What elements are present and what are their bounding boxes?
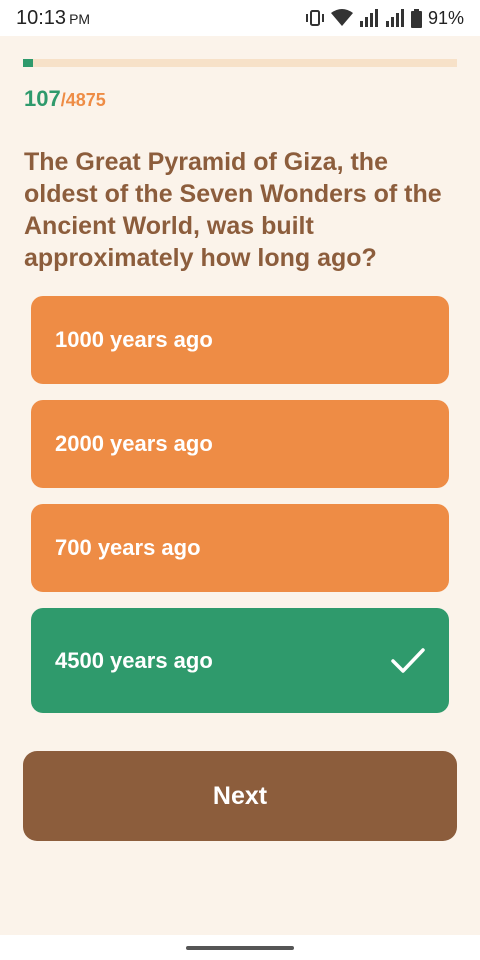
counter-total: /4875: [60, 90, 106, 110]
battery-icon: [410, 8, 422, 28]
next-button[interactable]: Next: [23, 751, 457, 841]
status-clock: 10:13: [16, 6, 67, 29]
answer-option-4-correct[interactable]: 4500 years ago: [31, 608, 449, 713]
answer-option-3[interactable]: 700 years ago: [31, 504, 449, 592]
battery-percent: 91%: [427, 7, 464, 28]
vibrate-icon: [305, 10, 325, 26]
answer-label: 1000 years ago: [55, 327, 213, 352]
status-icons: 91%: [305, 8, 464, 29]
answer-option-2[interactable]: 2000 years ago: [31, 400, 449, 488]
answer-label: 4500 years ago: [55, 647, 213, 673]
question-text: The Great Pyramid of Giza, the oldest of…: [24, 148, 442, 272]
status-bar: 10:13 PM 91%: [0, 0, 480, 36]
counter-current: 107: [24, 86, 61, 111]
answer-label: 700 years ago: [55, 535, 201, 560]
signal-icon: [359, 9, 379, 27]
wifi-icon: [330, 9, 353, 27]
answer-option-1[interactable]: 1000 years ago: [31, 296, 449, 384]
home-indicator[interactable]: [186, 946, 294, 950]
signal-icon: [385, 9, 405, 27]
answer-label: 2000 years ago: [55, 431, 213, 456]
status-time: 10:13 PM: [16, 7, 90, 30]
progress-fill: [23, 59, 33, 67]
check-icon: [391, 647, 425, 674]
progress-bar: [23, 59, 457, 67]
question-counter: 107/4875: [24, 86, 106, 112]
navigation-bar: [0, 935, 480, 960]
next-button-label: Next: [212, 781, 268, 810]
status-ampm: PM: [69, 10, 91, 27]
